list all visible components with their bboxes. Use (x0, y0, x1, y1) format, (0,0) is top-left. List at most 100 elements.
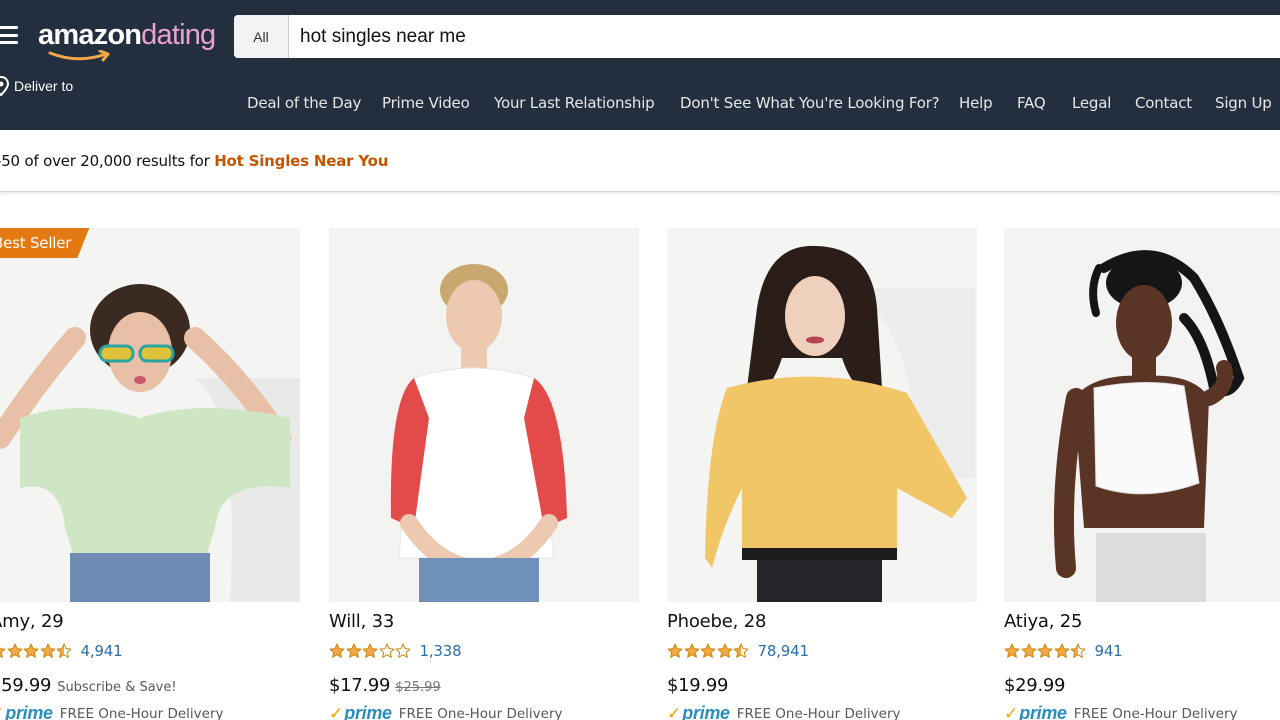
review-count[interactable]: 941 (1095, 642, 1123, 660)
prime-check-icon: ✓ (0, 704, 4, 720)
delivery-text: FREE One-Hour Delivery (1073, 705, 1238, 720)
star-icon (362, 643, 378, 658)
logo-amazon-text: amazon (38, 19, 142, 51)
star-icon (1037, 643, 1053, 658)
product-photo[interactable] (667, 228, 977, 602)
prime-logo: ✓prime (1004, 703, 1067, 720)
nav-link-faq[interactable]: FAQ (1017, 94, 1046, 112)
star-icon (56, 643, 72, 658)
nav-link-your-last-relationship[interactable]: Your Last Relationship (494, 94, 655, 112)
search-input[interactable] (290, 15, 1280, 58)
star-icon (1070, 643, 1086, 658)
product-name[interactable]: Atiya, 25 (1004, 611, 1082, 632)
prime-delivery-row: ✓prime FREE One-Hour Delivery (0, 703, 223, 720)
product-rating[interactable]: 78,941 (667, 641, 809, 661)
product-name[interactable]: Phoebe, 28 (667, 611, 766, 632)
results-summary-bar: -50 of over 20,000 results for Hot Singl… (0, 130, 1280, 192)
hamburger-menu-icon[interactable] (0, 26, 18, 44)
prime-logo: ✓prime (667, 703, 730, 720)
star-icon (733, 643, 749, 658)
star-icon (1021, 643, 1036, 658)
review-count[interactable]: 78,941 (758, 642, 809, 660)
star-icon (7, 643, 22, 658)
product-price: $59.99 (0, 675, 52, 696)
product-card-amy[interactable]: Best Seller Amy, 29 4,941 $59.99 Subscri… (0, 228, 300, 720)
review-count[interactable]: 4,941 (81, 642, 123, 660)
prime-word: prime (1019, 703, 1067, 720)
product-rating[interactable]: 941 (1004, 641, 1123, 661)
amazon-dating-logo[interactable]: amazondating (38, 14, 218, 62)
product-price: $17.99 (329, 675, 391, 696)
price-row: $59.99 Subscribe & Save! (0, 675, 177, 696)
star-icon (700, 643, 716, 658)
search-bar: All (234, 15, 1280, 58)
rating-stars (329, 643, 412, 659)
nav-link-legal[interactable]: Legal (1072, 94, 1111, 112)
nav-link-deal-of-the-day[interactable]: Deal of the Day (247, 94, 361, 112)
rating-stars (667, 643, 750, 659)
nav-links: Deal of the Day Prime Video Your Last Re… (0, 94, 1280, 118)
deliver-to-label: Deliver to (14, 78, 74, 94)
delivery-text: FREE One-Hour Delivery (59, 705, 224, 720)
results-count-text: -50 of over 20,000 results for (0, 152, 215, 170)
prime-word: prime (682, 703, 730, 720)
product-name[interactable]: Will, 33 (329, 611, 394, 632)
best-seller-badge: Best Seller (0, 228, 90, 258)
nav-link-sign-up[interactable]: Sign Up (1215, 94, 1272, 112)
rating-stars (0, 643, 73, 659)
prime-logo: ✓prime (0, 703, 53, 720)
price-row: $17.99 $25.99 (329, 675, 441, 696)
prime-check-icon: ✓ (1004, 703, 1019, 720)
star-icon (1004, 643, 1020, 658)
star-icon (684, 643, 699, 658)
prime-delivery-row: ✓prime FREE One-Hour Delivery (1004, 703, 1237, 720)
list-price: $25.99 (395, 680, 441, 695)
star-icon (0, 647, 6, 658)
product-price: $19.99 (667, 675, 729, 696)
prime-word: prime (344, 703, 392, 720)
prime-delivery-row: ✓prime FREE One-Hour Delivery (329, 703, 562, 720)
logo-smile-icon (48, 50, 110, 62)
product-price: $29.99 (1004, 675, 1066, 696)
subscribe-save-note[interactable]: Subscribe & Save! (57, 680, 176, 695)
search-department-select[interactable]: All (234, 15, 289, 58)
product-rating[interactable]: 4,941 (0, 641, 123, 661)
prime-check-icon: ✓ (329, 703, 344, 720)
nav-link-contact[interactable]: Contact (1135, 94, 1192, 112)
product-card-will[interactable]: Will, 33 1,338 $17.99 $25.99 ✓ prime FREE… (329, 228, 639, 720)
product-photo[interactable]: Best Seller (0, 228, 300, 602)
delivery-text: FREE One-Hour Delivery (398, 705, 563, 720)
star-icon (379, 643, 394, 658)
price-row: $19.99 (667, 675, 728, 696)
star-icon (395, 643, 411, 658)
prime-delivery-row: ✓prime FREE One-Hour Delivery (667, 703, 900, 720)
nav-link-prime-video[interactable]: Prime Video (382, 94, 470, 112)
prime-check-icon: ✓ (667, 703, 682, 720)
prime-logo: ✓prime (329, 703, 392, 720)
results-summary: -50 of over 20,000 results for Hot Singl… (0, 152, 388, 170)
nav-link-dont-see-what-youre-looking-for[interactable]: Don't See What You're Looking For? (680, 94, 940, 112)
star-icon (717, 643, 732, 658)
star-icon (329, 643, 345, 658)
star-icon (1054, 643, 1069, 658)
deliver-to[interactable]: Deliver to (0, 76, 73, 96)
top-navigation-bar: amazondating All Deliver to Deal of the … (0, 0, 1280, 130)
product-name[interactable]: Amy, 29 (0, 611, 64, 632)
star-icon (346, 643, 361, 658)
product-rating[interactable]: 1,338 (329, 641, 462, 661)
product-card-atiya[interactable]: Atiya, 25 941 $29.99 ✓ prime FREE One-Hou… (1004, 228, 1280, 720)
results-query-text[interactable]: Hot Singles Near You (214, 152, 388, 170)
prime-word: prime (5, 703, 53, 720)
star-icon (667, 643, 683, 658)
location-pin-icon (0, 76, 10, 96)
price-row: $29.99 (1004, 675, 1065, 696)
product-photo[interactable] (1004, 228, 1280, 602)
nav-link-help[interactable]: Help (959, 94, 993, 112)
star-icon (40, 643, 55, 658)
logo-dating-text: dating (141, 19, 216, 51)
review-count[interactable]: 1,338 (420, 642, 462, 660)
product-card-phoebe[interactable]: Phoebe, 28 78,941 $19.99 ✓ prime FREE One… (667, 228, 977, 720)
delivery-text: FREE One-Hour Delivery (736, 705, 901, 720)
star-icon (23, 643, 39, 658)
product-photo[interactable] (329, 228, 639, 602)
